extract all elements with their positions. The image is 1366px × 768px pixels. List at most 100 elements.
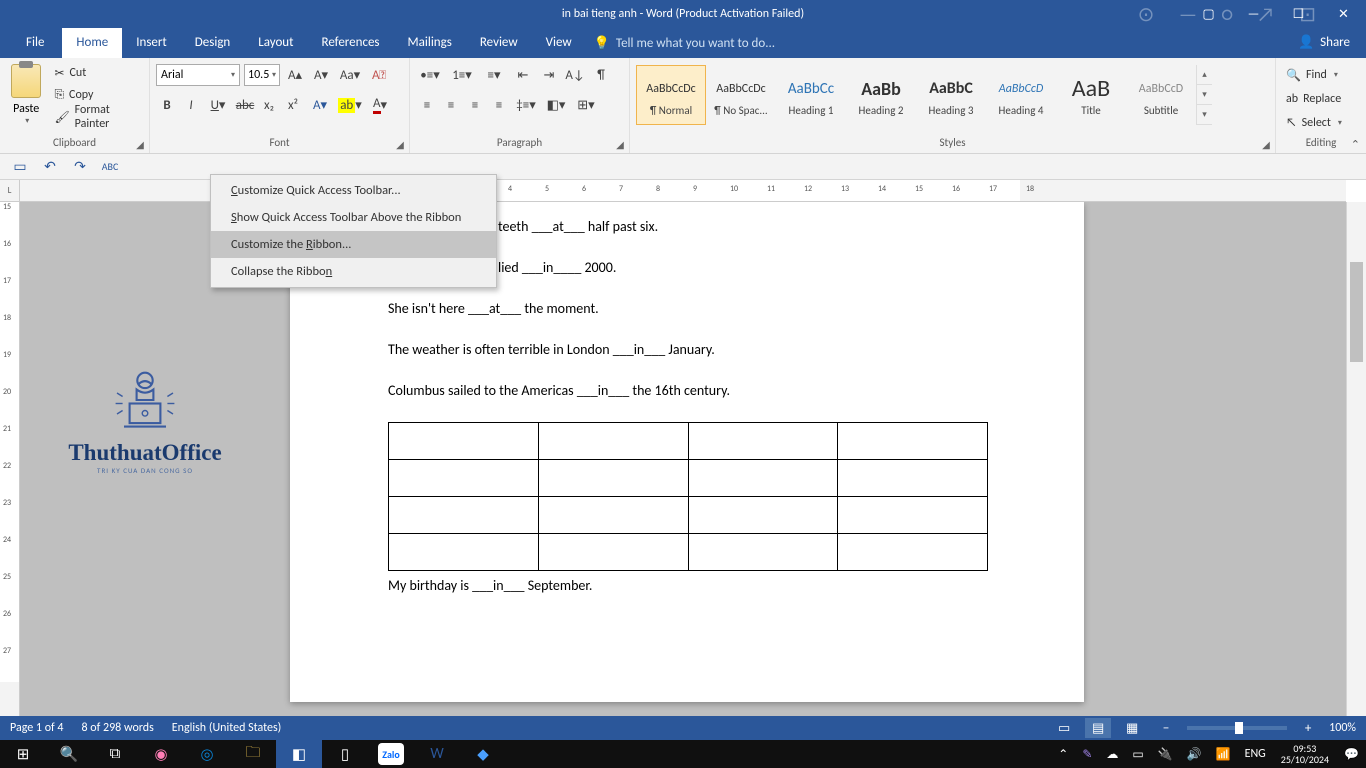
bullets-button[interactable]: •≡▾ bbox=[416, 64, 444, 86]
task-view-button[interactable]: ⧉ bbox=[92, 740, 138, 768]
redo-button[interactable]: ↷ bbox=[68, 156, 92, 178]
zoom-level[interactable]: 100% bbox=[1329, 721, 1356, 735]
taskbar-app-explorer[interactable]: 🗀 bbox=[230, 740, 276, 768]
taskbar-app-active[interactable]: ◧ bbox=[276, 740, 322, 768]
select-button[interactable]: ↖Select▾ bbox=[1282, 112, 1346, 134]
align-center-button[interactable]: ≡ bbox=[440, 94, 462, 116]
paste-button[interactable]: Paste ▾ bbox=[6, 62, 46, 126]
style-heading2[interactable]: AaBbHeading 2 bbox=[846, 65, 916, 125]
taskbar-app-word[interactable]: W bbox=[414, 740, 460, 768]
styles-scroll[interactable]: ▴▾▾ bbox=[1196, 65, 1212, 125]
tab-design[interactable]: Design bbox=[181, 28, 244, 58]
format-painter-button[interactable]: 🖌Format Painter bbox=[50, 106, 143, 128]
shading-button[interactable]: ◧▾ bbox=[542, 94, 570, 116]
clipboard-dialog-launcher[interactable]: ◢ bbox=[133, 137, 147, 151]
spellcheck-button[interactable]: ABC bbox=[98, 156, 122, 178]
change-case-button[interactable]: Aa▾ bbox=[336, 64, 364, 86]
menu-collapse-ribbon[interactable]: Collapse the Ribbon bbox=[211, 258, 496, 285]
tray-language[interactable]: ENG bbox=[1238, 740, 1273, 768]
paragraph-dialog-launcher[interactable]: ◢ bbox=[613, 137, 627, 151]
sort-button[interactable]: A↓ bbox=[564, 64, 586, 86]
decrease-indent-button[interactable]: ⇤ bbox=[512, 64, 534, 86]
ruler-tab-selector[interactable]: L bbox=[0, 180, 20, 202]
bold-button[interactable]: B bbox=[156, 94, 178, 116]
align-right-button[interactable]: ≡ bbox=[464, 94, 486, 116]
tell-me-box[interactable]: 💡Tell me what you want to do... bbox=[594, 36, 775, 51]
tray-wifi-icon[interactable]: 📶 bbox=[1209, 740, 1238, 768]
line-spacing-button[interactable]: ‡≡▾ bbox=[512, 94, 540, 116]
cut-button[interactable]: ✂Cut bbox=[50, 62, 143, 84]
tray-overflow-icon[interactable]: ⌃ bbox=[1051, 740, 1075, 768]
tab-view[interactable]: View bbox=[532, 28, 586, 58]
page-indicator[interactable]: Page 1 of 4 bbox=[10, 721, 64, 735]
styles-more-icon[interactable]: ▾ bbox=[1197, 105, 1212, 125]
tab-insert[interactable]: Insert bbox=[122, 28, 181, 58]
word-count[interactable]: 8 of 298 words bbox=[82, 721, 154, 735]
print-layout-button[interactable]: ▤ bbox=[1085, 718, 1111, 738]
increase-indent-button[interactable]: ⇥ bbox=[538, 64, 560, 86]
highlight-button[interactable]: ab▾ bbox=[336, 94, 364, 116]
tray-clock[interactable]: 09:53 25/10/2024 bbox=[1273, 743, 1337, 765]
read-mode-button[interactable]: ▭ bbox=[1051, 718, 1077, 738]
justify-button[interactable]: ≡ bbox=[488, 94, 510, 116]
show-hide-button[interactable]: ¶ bbox=[590, 64, 612, 86]
style-title[interactable]: AaBTitle bbox=[1056, 65, 1126, 125]
menu-customize-ribbon[interactable]: Customize the Ribbon... bbox=[211, 231, 496, 258]
underline-button[interactable]: U▾ bbox=[204, 94, 232, 116]
subscript-button[interactable]: x₂ bbox=[258, 94, 280, 116]
multilevel-button[interactable]: ≡▾ bbox=[480, 64, 508, 86]
font-dialog-launcher[interactable]: ◢ bbox=[393, 137, 407, 151]
zoom-thumb[interactable] bbox=[1235, 722, 1243, 734]
tab-review[interactable]: Review bbox=[466, 28, 532, 58]
clear-formatting-button[interactable]: A⃠ bbox=[368, 64, 390, 86]
tray-volume-icon[interactable]: 🔊 bbox=[1180, 740, 1209, 768]
font-color-button[interactable]: A▾ bbox=[366, 94, 394, 116]
tab-file[interactable]: File bbox=[8, 28, 62, 58]
start-button[interactable]: ⊞ bbox=[0, 740, 46, 768]
taskbar-app-zalo[interactable]: Zalo bbox=[378, 743, 404, 765]
replace-button[interactable]: abReplace bbox=[1282, 88, 1346, 110]
find-button[interactable]: 🔍Find▾ bbox=[1282, 64, 1346, 86]
close-button[interactable]: ✕ bbox=[1321, 0, 1366, 28]
style-no-spacing[interactable]: AaBbCcDc¶ No Spac... bbox=[706, 65, 776, 125]
taskbar-app-generic[interactable]: ▯ bbox=[322, 740, 368, 768]
style-heading4[interactable]: AaBbCcDHeading 4 bbox=[986, 65, 1056, 125]
language-indicator[interactable]: English (United States) bbox=[172, 721, 282, 735]
styles-dialog-launcher[interactable]: ◢ bbox=[1259, 137, 1273, 151]
ribbon-display-options-icon[interactable]: ▢ bbox=[1186, 0, 1231, 28]
vertical-ruler[interactable]: 15161718192021222324252627 bbox=[0, 202, 20, 716]
numbering-button[interactable]: 1≡▾ bbox=[448, 64, 476, 86]
taskbar-app-other[interactable]: ◆ bbox=[460, 740, 506, 768]
qat-touch-mode-icon[interactable]: ▭ bbox=[8, 156, 32, 178]
style-heading1[interactable]: AaBbCcHeading 1 bbox=[776, 65, 846, 125]
maximize-button[interactable]: ☐ bbox=[1276, 0, 1321, 28]
doc-table[interactable] bbox=[388, 422, 988, 571]
text-effects-button[interactable]: A▾ bbox=[306, 94, 334, 116]
tab-references[interactable]: References bbox=[308, 28, 394, 58]
menu-customize-qat[interactable]: Customize Quick Access Toolbar... bbox=[211, 177, 496, 204]
undo-button[interactable]: ↶ bbox=[38, 156, 62, 178]
zoom-in-button[interactable]: + bbox=[1295, 718, 1321, 738]
zoom-out-button[interactable]: − bbox=[1153, 718, 1179, 738]
minimize-button[interactable]: — bbox=[1231, 0, 1276, 28]
font-name-combo[interactable]: Arial▾ bbox=[156, 64, 240, 86]
vertical-scrollbar[interactable] bbox=[1346, 202, 1366, 716]
share-button[interactable]: 👤Share bbox=[1282, 28, 1366, 58]
tab-mailings[interactable]: Mailings bbox=[394, 28, 466, 58]
tray-power-icon[interactable]: 🔌 bbox=[1151, 740, 1180, 768]
italic-button[interactable]: I bbox=[180, 94, 202, 116]
borders-button[interactable]: ⊞▾ bbox=[572, 94, 600, 116]
align-left-button[interactable]: ≡ bbox=[416, 94, 438, 116]
search-button[interactable]: 🔍 bbox=[46, 740, 92, 768]
tray-battery-icon[interactable]: ▭ bbox=[1125, 740, 1150, 768]
style-normal[interactable]: AaBbCcDc¶ Normal bbox=[636, 65, 706, 125]
taskbar-app-edge[interactable]: ◎ bbox=[184, 740, 230, 768]
taskbar-app-copilot[interactable]: ◉ bbox=[138, 740, 184, 768]
tray-feather-icon[interactable]: ✎ bbox=[1075, 740, 1099, 768]
styles-gallery[interactable]: AaBbCcDc¶ Normal AaBbCcDc¶ No Spac... Aa… bbox=[636, 62, 1212, 125]
scroll-down-icon[interactable]: ▾ bbox=[1197, 85, 1212, 105]
scroll-up-icon[interactable]: ▴ bbox=[1197, 65, 1212, 85]
superscript-button[interactable]: x² bbox=[282, 94, 304, 116]
style-subtitle[interactable]: AaBbCcDSubtitle bbox=[1126, 65, 1196, 125]
grow-font-button[interactable]: A▴ bbox=[284, 64, 306, 86]
